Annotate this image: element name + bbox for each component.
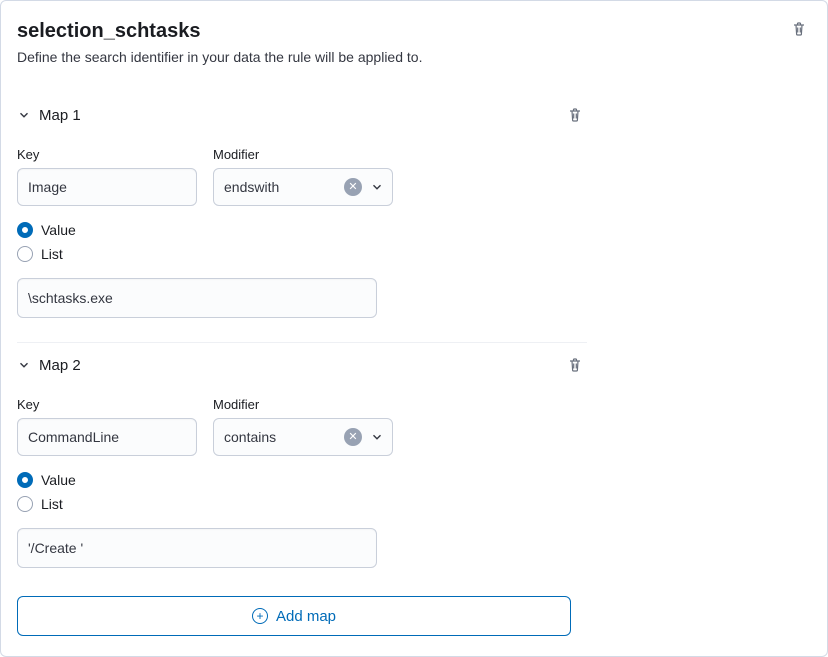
add-map-label: Add map (276, 608, 336, 625)
modifier-value: endswith (224, 179, 336, 195)
modifier-value: contains (224, 429, 336, 445)
panel-subtitle: Define the search identifier in your dat… (17, 49, 422, 65)
modifier-label: Modifier (213, 397, 393, 412)
map-block: Map 2 Key Modifier (17, 342, 587, 592)
chevron-down-icon (370, 430, 384, 444)
modifier-combobox[interactable]: contains ✕ (213, 418, 393, 456)
trash-icon (567, 357, 583, 373)
value-radio[interactable]: Value (17, 222, 587, 238)
key-label: Key (17, 147, 197, 162)
panel-title: selection_schtasks (17, 19, 422, 43)
map-toggle[interactable]: Map 2 (17, 357, 81, 374)
close-icon: ✕ (348, 432, 357, 443)
modifier-label: Modifier (213, 147, 393, 162)
clear-modifier-button[interactable]: ✕ (344, 428, 362, 446)
radio-label: List (41, 496, 63, 512)
delete-map-button[interactable] (563, 353, 587, 377)
radio-indicator (17, 222, 33, 238)
close-icon: ✕ (348, 182, 357, 193)
selection-panel: selection_schtasks Define the search ide… (0, 0, 828, 657)
modifier-combobox[interactable]: endswith ✕ (213, 168, 393, 206)
trash-icon (567, 107, 583, 123)
delete-selection-button[interactable] (787, 17, 811, 41)
value-input[interactable] (17, 528, 377, 568)
radio-label: Value (41, 472, 76, 488)
delete-map-button[interactable] (563, 103, 587, 127)
chevron-down-icon (17, 358, 31, 372)
radio-indicator (17, 472, 33, 488)
map-title: Map 1 (39, 107, 81, 124)
map-title: Map 2 (39, 357, 81, 374)
radio-label: Value (41, 222, 76, 238)
plus-circle-icon: + (252, 608, 268, 624)
chevron-down-icon (17, 108, 31, 122)
radio-label: List (41, 246, 63, 262)
radio-indicator (17, 496, 33, 512)
add-map-button[interactable]: + Add map (17, 596, 571, 636)
key-input[interactable] (17, 418, 197, 456)
map-toggle[interactable]: Map 1 (17, 107, 81, 124)
chevron-down-icon (370, 180, 384, 194)
value-radio[interactable]: Value (17, 472, 587, 488)
key-label: Key (17, 397, 197, 412)
trash-icon (791, 21, 807, 37)
key-input[interactable] (17, 168, 197, 206)
value-input[interactable] (17, 278, 377, 318)
list-radio[interactable]: List (17, 496, 587, 512)
clear-modifier-button[interactable]: ✕ (344, 178, 362, 196)
radio-indicator (17, 246, 33, 262)
map-block: Map 1 Key Modifier (17, 93, 587, 342)
list-radio[interactable]: List (17, 246, 587, 262)
